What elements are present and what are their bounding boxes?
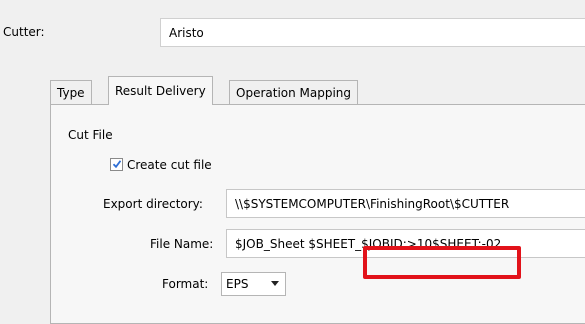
checkmark-icon <box>113 160 121 168</box>
chevron-down-icon <box>271 281 279 286</box>
format-select[interactable]: EPS <box>221 272 286 296</box>
create-cut-file-label: Create cut file <box>127 158 212 172</box>
format-select-value: EPS <box>226 277 249 291</box>
tab-result-delivery[interactable]: Result Delivery <box>108 76 213 105</box>
cutter-label: Cutter: <box>3 25 45 39</box>
create-cut-file-checkbox[interactable] <box>110 158 123 171</box>
cutter-field[interactable]: Aristo <box>160 18 585 47</box>
cut-file-section-title: Cut File <box>68 128 113 142</box>
format-label: Format: <box>162 277 209 291</box>
tab-type[interactable]: Type <box>50 80 92 104</box>
file-name-label: File Name: <box>150 237 214 251</box>
highlight-box <box>363 246 521 279</box>
export-directory-label: Export directory: <box>103 197 203 211</box>
export-directory-field[interactable]: \\$SYSTEMCOMPUTER\FinishingRoot\$CUTTER <box>226 189 585 218</box>
tab-operation-mapping[interactable]: Operation Mapping <box>229 80 359 104</box>
